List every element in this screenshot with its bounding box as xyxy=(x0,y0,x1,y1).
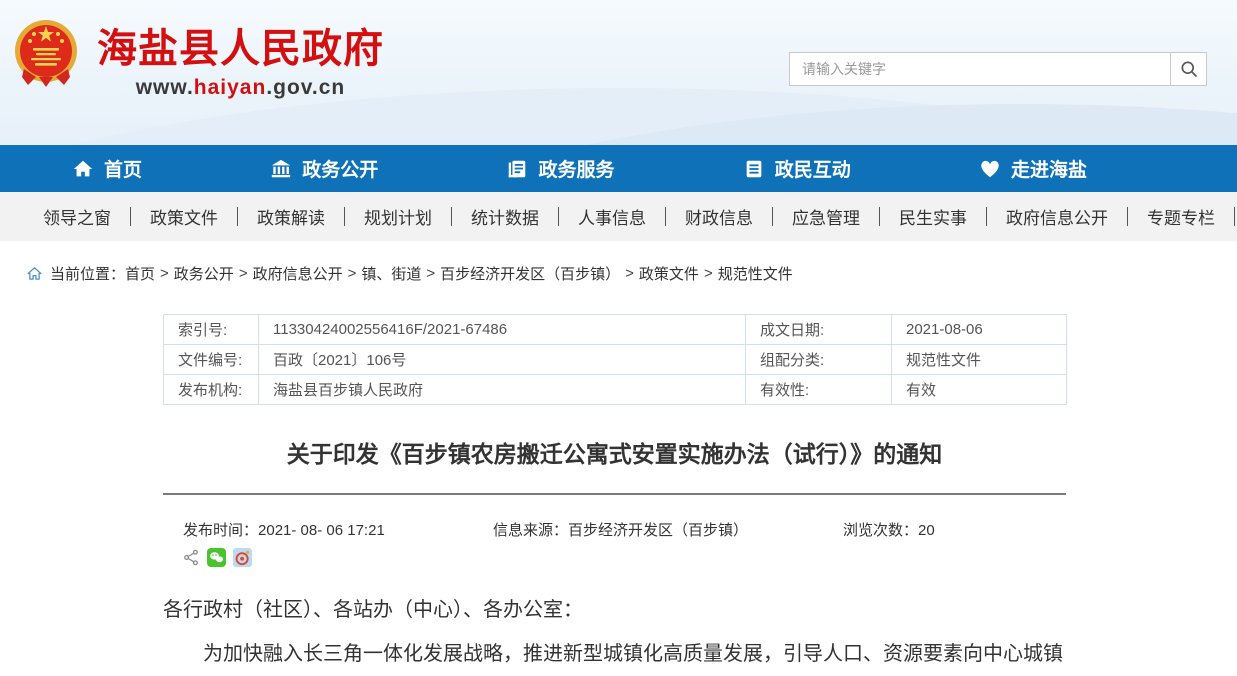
breadcrumb-item-home[interactable]: 首页 xyxy=(125,263,155,284)
document-content: 索引号: 11330424002556416F/2021-67486 成文日期:… xyxy=(163,314,1066,676)
article-body: 各行政村（社区）、各站办（中心）、各办公室： 为加快融入长三角一体化发展战略，推… xyxy=(163,591,1066,676)
page-title: 关于印发《百步镇农房搬迁公寓式安置实施办法（试行）》的通知 xyxy=(163,435,1066,469)
subnav-item-statistics[interactable]: 统计数据 xyxy=(452,204,558,229)
document-info-table: 索引号: 11330424002556416F/2021-67486 成文日期:… xyxy=(163,314,1067,405)
share-button[interactable] xyxy=(183,549,200,566)
nav-item-label: 走进海盐 xyxy=(1011,155,1087,182)
subnav-item-finance[interactable]: 财政信息 xyxy=(666,204,772,229)
view-count: 浏览次数：20 xyxy=(843,519,935,540)
view-count-label: 浏览次数： xyxy=(843,522,918,539)
share-wechat-button[interactable] xyxy=(207,548,226,567)
bank-icon xyxy=(270,158,292,180)
search-icon xyxy=(1179,59,1199,79)
subnav-item-livelihood[interactable]: 民生实事 xyxy=(880,204,986,229)
breadcrumb-item-gov-affairs[interactable]: 政务公开 xyxy=(174,263,234,284)
nav-item-label: 首页 xyxy=(104,155,142,182)
search-button[interactable] xyxy=(1170,52,1207,86)
table-row: 索引号: 11330424002556416F/2021-67486 成文日期:… xyxy=(164,315,1067,345)
subnav-separator xyxy=(1234,207,1235,226)
list-icon xyxy=(743,158,765,180)
subnav-item-gov-info-disclosure[interactable]: 政府信息公开 xyxy=(987,204,1127,229)
info-label-index-number: 索引号: xyxy=(164,315,259,345)
info-label-category: 组配分类: xyxy=(746,345,892,375)
article-meta: 发布时间：2021- 08- 06 17:21 信息来源：百步经济开发区（百步镇… xyxy=(163,519,1066,540)
info-source-value: 百步经济开发区（百步镇） xyxy=(568,522,748,539)
breadcrumb-separator: > xyxy=(348,265,357,282)
site-url-prefix: www. xyxy=(136,76,194,99)
search-box xyxy=(789,52,1207,86)
nav-item-gov-services[interactable]: 政务服务 xyxy=(506,155,614,182)
info-source: 信息来源：百步经济开发区（百步镇） xyxy=(493,519,843,540)
info-value-index-number: 11330424002556416F/2021-67486 xyxy=(259,315,746,345)
info-label-validity: 有效性: xyxy=(746,375,892,405)
home-icon xyxy=(72,158,94,180)
breadcrumb-prefix: 当前位置： xyxy=(50,263,125,284)
subnav-item-policy-documents[interactable]: 政策文件 xyxy=(131,204,237,229)
share-bar xyxy=(163,548,1066,567)
subnav-item-emergency[interactable]: 应急管理 xyxy=(773,204,879,229)
share-nodes-icon xyxy=(183,549,200,566)
breadcrumb-item-towns[interactable]: 镇、街道 xyxy=(361,263,421,284)
wechat-icon xyxy=(207,548,226,567)
site-brand: 海盐县人民政府 www.haiyan.gov.cn xyxy=(97,26,384,100)
subnav-item-personnel[interactable]: 人事信息 xyxy=(559,204,665,229)
table-row: 发布机构: 海盐县百步镇人民政府 有效性: 有效 xyxy=(164,375,1067,405)
article-paragraph: 各行政村（社区）、各站办（中心）、各办公室： xyxy=(163,591,1066,630)
breadcrumb-separator: > xyxy=(426,265,435,282)
info-label-document-number: 文件编号: xyxy=(164,345,259,375)
share-weibo-button[interactable] xyxy=(233,548,252,567)
publish-time: 发布时间：2021- 08- 06 17:21 xyxy=(183,519,493,540)
national-emblem-logo xyxy=(12,17,80,89)
nav-item-home[interactable]: 首页 xyxy=(72,155,142,182)
search-input[interactable] xyxy=(789,52,1170,86)
info-value-document-number: 百政〔2021〕106号 xyxy=(259,345,746,375)
breadcrumb-separator: > xyxy=(704,265,713,282)
subnav-item-policy-interpretation[interactable]: 政策解读 xyxy=(238,204,344,229)
info-value-validity: 有效 xyxy=(892,375,1067,405)
site-header: 海盐县人民政府 www.haiyan.gov.cn xyxy=(0,0,1237,145)
info-source-label: 信息来源： xyxy=(493,522,568,539)
breadcrumb-item-info-disclosure[interactable]: 政府信息公开 xyxy=(253,263,343,284)
subnav-item-planning[interactable]: 规划计划 xyxy=(345,204,451,229)
main-nav: 首页 政务公开 政务服务 政民互动 xyxy=(0,145,1237,192)
site-title: 海盐县人民政府 xyxy=(97,26,384,72)
breadcrumb-separator: > xyxy=(625,265,634,282)
breadcrumb-item-baibu-zone[interactable]: 百步经济开发区（百步镇） xyxy=(440,263,620,284)
info-label-issuing-agency: 发布机构: xyxy=(164,375,259,405)
publish-time-value: 2021- 08- 06 17:21 xyxy=(258,522,385,539)
nav-item-about-haiyan[interactable]: 走进海盐 xyxy=(979,155,1087,182)
nav-item-interaction[interactable]: 政民互动 xyxy=(743,155,851,182)
breadcrumb: 当前位置： 首页 > 政务公开 > 政府信息公开 > 镇、街道 > 百步经济开发… xyxy=(26,263,1237,284)
document-icon xyxy=(506,158,528,180)
breadcrumb-item-normative-documents[interactable]: 规范性文件 xyxy=(718,263,793,284)
breadcrumb-home-icon xyxy=(26,265,43,282)
table-row: 文件编号: 百政〔2021〕106号 组配分类: 规范性文件 xyxy=(164,345,1067,375)
nav-item-gov-affairs[interactable]: 政务公开 xyxy=(270,155,378,182)
subnav-item-leaders[interactable]: 领导之窗 xyxy=(24,204,130,229)
nav-item-label: 政民互动 xyxy=(775,155,851,182)
site-url: www.haiyan.gov.cn xyxy=(97,76,384,100)
article-paragraph: 为加快融入长三角一体化发展战略，推进新型城镇化高质量发展，引导人口、资源要素向中… xyxy=(163,635,1066,676)
site-url-highlight: haiyan xyxy=(194,76,267,99)
breadcrumb-separator: > xyxy=(160,265,169,282)
heart-icon xyxy=(979,158,1001,180)
breadcrumb-item-policy-documents[interactable]: 政策文件 xyxy=(639,263,699,284)
site-url-suffix: .gov.cn xyxy=(266,76,345,99)
breadcrumb-separator: > xyxy=(239,265,248,282)
info-value-issuing-agency: 海盐县百步镇人民政府 xyxy=(259,375,746,405)
publish-time-label: 发布时间： xyxy=(183,522,258,539)
sub-nav: 领导之窗 政策文件 政策解读 规划计划 统计数据 人事信息 财政信息 应急管理 … xyxy=(0,192,1237,241)
weibo-icon xyxy=(233,548,252,567)
info-label-issue-date: 成文日期: xyxy=(746,315,892,345)
title-divider xyxy=(163,493,1066,495)
info-value-category: 规范性文件 xyxy=(892,345,1067,375)
view-count-value: 20 xyxy=(918,522,935,539)
nav-item-label: 政务服务 xyxy=(538,155,614,182)
nav-item-label: 政务公开 xyxy=(302,155,378,182)
subnav-item-special-topics[interactable]: 专题专栏 xyxy=(1128,204,1234,229)
info-value-issue-date: 2021-08-06 xyxy=(892,315,1067,345)
